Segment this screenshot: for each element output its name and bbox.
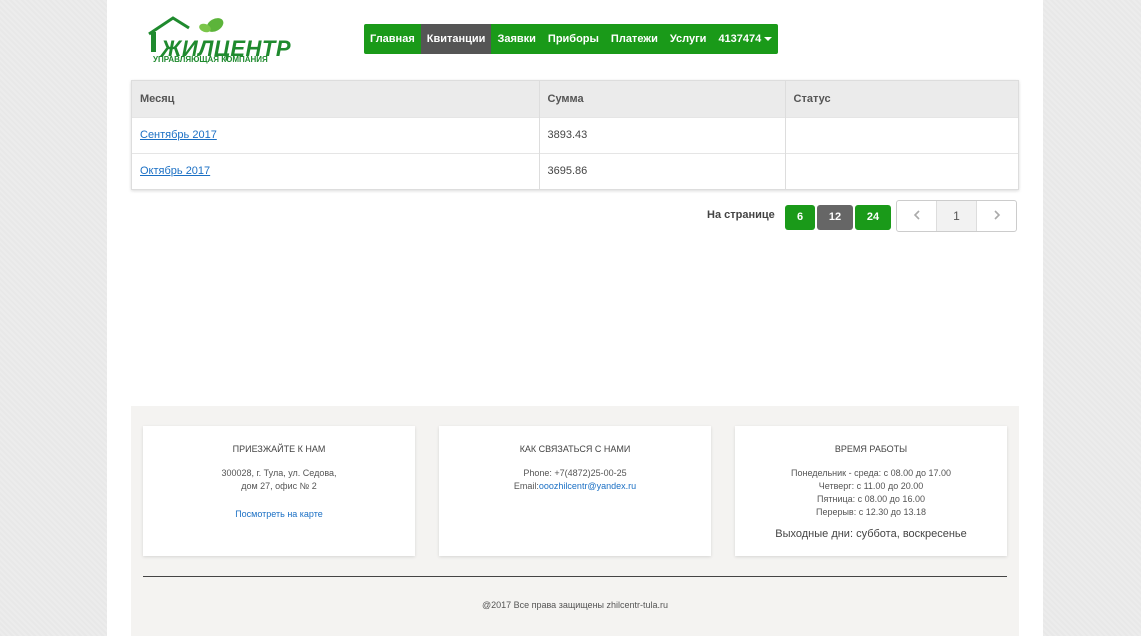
hours-line: Пятница: с 08.00 до 16.00: [817, 494, 925, 504]
phone-text: Phone: +7(4872)25-00-25: [523, 468, 627, 478]
sum-cell: 3893.43: [539, 116, 786, 153]
table-row: Октябрь 2017 3695.86: [132, 152, 1018, 189]
per-page-label: На странице: [707, 209, 775, 221]
logo-subtitle: УПРАВЛЯЮЩАЯ КОМПАНИЯ: [153, 55, 268, 64]
card-title: ПРИЕЗЖАЙТЕ К НАМ: [232, 444, 326, 454]
receipt-link[interactable]: Октябрь 2017: [140, 165, 210, 177]
per-page-6-button[interactable]: 6: [785, 205, 815, 230]
weekend-text: Выходные дни: суббота, воскресенье: [775, 528, 967, 540]
per-page-12-button[interactable]: 12: [817, 205, 853, 230]
nav-item-receipts[interactable]: Квитанции: [420, 24, 492, 54]
hours-line: Перерыв: с 12.30 до 13.18: [815, 507, 927, 517]
page-container: ЖИЛЦЕНТР УПРАВЛЯЮЩАЯ КОМПАНИЯ Главная Кв…: [107, 0, 1043, 636]
caret-down-icon: [764, 37, 773, 42]
chevron-right-icon: [993, 210, 1000, 220]
contact-card: КАК СВЯЗАТЬСЯ С НАМИ Phone: +7(4872)25-0…: [439, 426, 711, 556]
nav-item-requests[interactable]: Заявки: [491, 24, 541, 54]
account-number: 4137474: [718, 33, 762, 45]
column-header-month[interactable]: Месяц: [132, 81, 540, 117]
nav-item-home[interactable]: Главная: [364, 24, 421, 54]
hours-line: Понедельник - среда: с 08.00 до 17.00: [791, 468, 951, 478]
visit-card: ПРИЕЗЖАЙТЕ К НАМ 300028, г. Тула, ул. Се…: [143, 426, 415, 556]
column-header-sum[interactable]: Сумма: [539, 81, 786, 117]
month-cell: Октябрь 2017: [132, 152, 540, 189]
nav-item-meters[interactable]: Приборы: [542, 24, 605, 54]
prev-page-button[interactable]: [897, 201, 936, 231]
card-title: КАК СВЯЗАТЬСЯ С НАМИ: [519, 444, 631, 454]
footer: ПРИЕЗЖАЙТЕ К НАМ 300028, г. Тула, ул. Се…: [131, 406, 1019, 636]
receipts-table: Месяц Сумма Статус Сентябрь 2017 3893.43…: [131, 80, 1019, 190]
status-cell: [785, 152, 1018, 189]
sum-cell: 3695.86: [539, 152, 786, 189]
nav-item-payments[interactable]: Платежи: [605, 24, 664, 54]
hours-line: Четверг: с 11.00 до 20.00: [818, 481, 924, 491]
address-line: 300028, г. Тула, ул. Седова,: [221, 468, 337, 478]
email-label: Email:: [513, 481, 539, 491]
email-line: Email:ooozhilcentr@yandex.ru: [439, 480, 711, 493]
address-line: дом 27, офис № 2: [241, 481, 317, 491]
chevron-left-icon: [913, 210, 920, 220]
next-page-button[interactable]: [977, 201, 1016, 231]
per-page-24-button[interactable]: 24: [855, 205, 891, 230]
page-number-current[interactable]: 1: [936, 201, 977, 231]
main-nav: Главная Квитанции Заявки Приборы Платежи…: [364, 24, 779, 54]
pagination: 1: [896, 200, 1017, 232]
table-row: Сентябрь 2017 3893.43: [132, 116, 1018, 153]
month-cell: Сентябрь 2017: [132, 116, 540, 153]
hours-card: ВРЕМЯ РАБОТЫ Понедельник - среда: с 08.0…: [735, 426, 1007, 556]
account-dropdown[interactable]: 4137474: [712, 24, 778, 54]
column-header-status[interactable]: Статус: [785, 81, 1018, 117]
copyright-text: @2017 Все права защищены zhilcentr-tula.…: [481, 600, 669, 610]
status-cell: [785, 116, 1018, 153]
table-header-row: Месяц Сумма Статус: [132, 81, 1018, 117]
nav-item-services[interactable]: Услуги: [664, 24, 713, 54]
company-logo[interactable]: ЖИЛЦЕНТР УПРАВЛЯЮЩАЯ КОМПАНИЯ: [145, 14, 291, 66]
footer-divider: [143, 576, 1007, 577]
receipt-link[interactable]: Сентябрь 2017: [140, 129, 217, 141]
card-title: ВРЕМЯ РАБОТЫ: [834, 444, 908, 454]
email-link[interactable]: ooozhilcentr@yandex.ru: [539, 481, 636, 491]
map-link[interactable]: Посмотреть на карте: [235, 509, 323, 519]
